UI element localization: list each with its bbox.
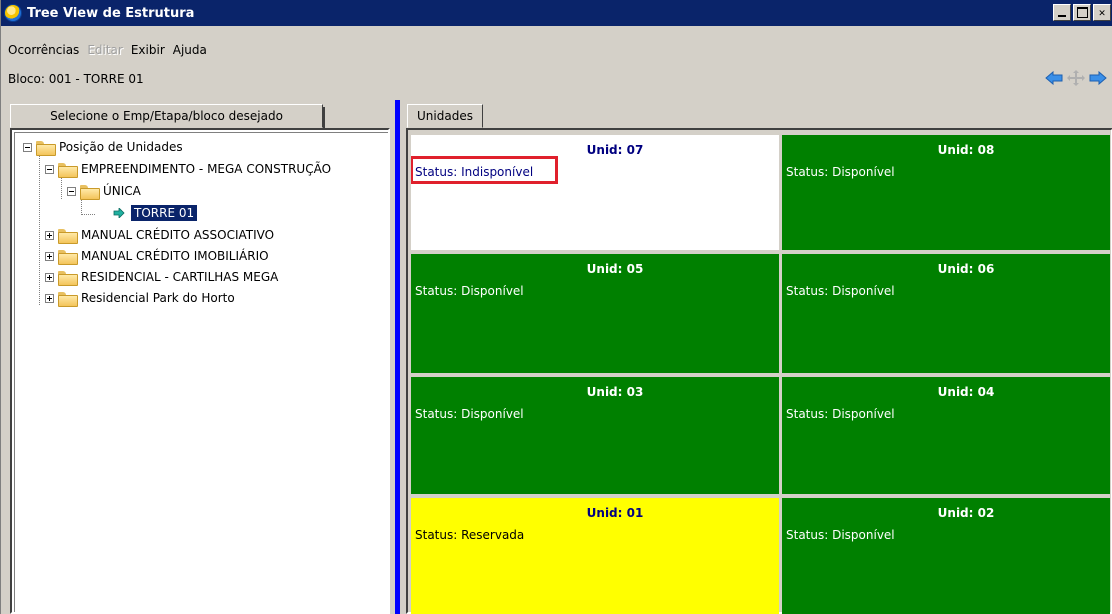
arrow-right-icon[interactable]: [1088, 70, 1108, 86]
folder-icon: [58, 270, 78, 286]
tree-node-etapa[interactable]: ÚNICA: [67, 181, 141, 201]
tree-node-empreendimento[interactable]: EMPREENDIMENTO - MEGA CONSTRUÇÃO: [45, 159, 331, 179]
unit-card-02[interactable]: Unid: 02 Status: Disponível: [782, 498, 1110, 614]
window-title: Tree View de Estrutura: [27, 5, 195, 21]
tree-node-label: Residencial Park do Horto: [81, 291, 235, 305]
tree-connector: [39, 155, 40, 305]
menu-bar: Ocorrências Editar Exibir Ajuda: [1, 40, 207, 60]
tree-node-other[interactable]: MANUAL CRÉDITO IMOBILIÁRIO: [45, 246, 269, 266]
unit-grid: Unid: 07 Status: Indisponível Unid: 08 S…: [411, 135, 1111, 614]
folder-open-icon: [36, 140, 56, 156]
menu-exibir[interactable]: Exibir: [131, 43, 165, 57]
splitter[interactable]: [395, 100, 400, 614]
tree-node-label-selected: TORRE 01: [131, 205, 198, 221]
arrow-right-icon: [113, 208, 125, 218]
minimize-button[interactable]: [1053, 4, 1071, 21]
main-window: Tree View de Estrutura ✕ Ocorrências Edi…: [0, 0, 1112, 614]
unit-status: Status: Disponível: [786, 528, 895, 542]
folder-open-icon: [80, 184, 100, 200]
tree-node-label: MANUAL CRÉDITO ASSOCIATIVO: [81, 228, 275, 242]
title-bar[interactable]: Tree View de Estrutura ✕: [1, 0, 1112, 26]
unit-status: Status: Disponível: [786, 407, 895, 421]
unit-title: Unid: 02: [937, 506, 995, 520]
tree-node-label: MANUAL CRÉDITO IMOBILIÁRIO: [81, 249, 269, 263]
folder-icon: [58, 228, 78, 244]
expand-icon[interactable]: [45, 272, 54, 282]
tab-unidades-label: Unidades: [417, 109, 473, 123]
units-panel: Unid: 07 Status: Indisponível Unid: 08 S…: [406, 128, 1112, 614]
tree-connector: [61, 177, 62, 199]
tree-node-bloco[interactable]: TORRE 01: [113, 203, 198, 223]
expand-icon[interactable]: [45, 293, 54, 303]
tree-node-other[interactable]: MANUAL CRÉDITO ASSOCIATIVO: [45, 225, 274, 245]
close-button[interactable]: ✕: [1093, 4, 1111, 21]
move-icon[interactable]: [1066, 70, 1086, 86]
tab-unidades[interactable]: Unidades: [407, 104, 483, 128]
unit-card-01[interactable]: Unid: 01 Status: Reservada: [411, 498, 779, 614]
unit-status: Status: Disponível: [786, 165, 895, 179]
tree-panel: Posição de Unidades EMPREENDIMENTO - MEG…: [10, 128, 390, 614]
unit-title: Unid: 01: [586, 506, 644, 520]
app-icon: [4, 4, 22, 22]
collapse-icon[interactable]: [45, 164, 54, 174]
tree-node-other[interactable]: Residencial Park do Horto: [45, 288, 235, 308]
bloco-label: Bloco: 001 - TORRE 01: [8, 72, 144, 86]
tree-connector: [81, 214, 95, 215]
tree-view[interactable]: Posição de Unidades EMPREENDIMENTO - MEG…: [14, 132, 388, 612]
tree-node-label: Posição de Unidades: [59, 140, 183, 154]
folder-icon: [58, 291, 78, 307]
unit-card-08[interactable]: Unid: 08 Status: Disponível: [782, 135, 1110, 250]
unit-card-07[interactable]: Unid: 07 Status: Indisponível: [411, 135, 779, 250]
highlight-box: [411, 156, 558, 184]
close-icon: ✕: [1098, 6, 1106, 19]
tree-node-other[interactable]: RESIDENCIAL - CARTILHAS MEGA: [45, 267, 278, 287]
unit-title: Unid: 06: [937, 262, 995, 276]
tab-selecione[interactable]: Selecione o Emp/Etapa/bloco desejado: [10, 104, 325, 129]
nav-arrows: [1044, 70, 1108, 86]
tab-selecione-label: Selecione o Emp/Etapa/bloco desejado: [50, 109, 283, 123]
maximize-button[interactable]: [1073, 4, 1091, 21]
collapse-icon[interactable]: [23, 142, 32, 152]
tree-node-label: ÚNICA: [103, 184, 141, 198]
unit-card-03[interactable]: Unid: 03 Status: Disponível: [411, 377, 779, 494]
tree-connector: [81, 199, 82, 215]
tree-node-label: EMPREENDIMENTO - MEGA CONSTRUÇÃO: [81, 162, 332, 176]
menu-ocorrencias[interactable]: Ocorrências: [8, 43, 79, 57]
expand-icon[interactable]: [45, 230, 54, 240]
unit-status: Status: Disponível: [415, 284, 524, 298]
arrow-left-icon[interactable]: [1044, 70, 1064, 86]
expand-icon[interactable]: [45, 251, 54, 261]
tree-node-label: RESIDENCIAL - CARTILHAS MEGA: [81, 270, 279, 284]
unit-title: Unid: 08: [937, 143, 995, 157]
folder-icon: [58, 249, 78, 265]
unit-title: Unid: 04: [937, 385, 995, 399]
unit-status: Status: Disponível: [786, 284, 895, 298]
window-controls: ✕: [1053, 4, 1111, 21]
unit-card-04[interactable]: Unid: 04 Status: Disponível: [782, 377, 1110, 494]
unit-status: Status: Disponível: [415, 407, 524, 421]
unit-title: Unid: 05: [586, 262, 644, 276]
unit-status: Status: Reservada: [415, 528, 525, 542]
unit-card-05[interactable]: Unid: 05 Status: Disponível: [411, 254, 779, 373]
menu-editar[interactable]: Editar: [87, 43, 123, 57]
folder-open-icon: [58, 162, 78, 178]
unit-title: Unid: 07: [586, 143, 644, 157]
tree-node-root[interactable]: Posição de Unidades: [23, 137, 183, 157]
collapse-icon[interactable]: [67, 186, 76, 196]
menu-ajuda[interactable]: Ajuda: [173, 43, 207, 57]
unit-title: Unid: 03: [586, 385, 644, 399]
unit-card-06[interactable]: Unid: 06 Status: Disponível: [782, 254, 1110, 373]
